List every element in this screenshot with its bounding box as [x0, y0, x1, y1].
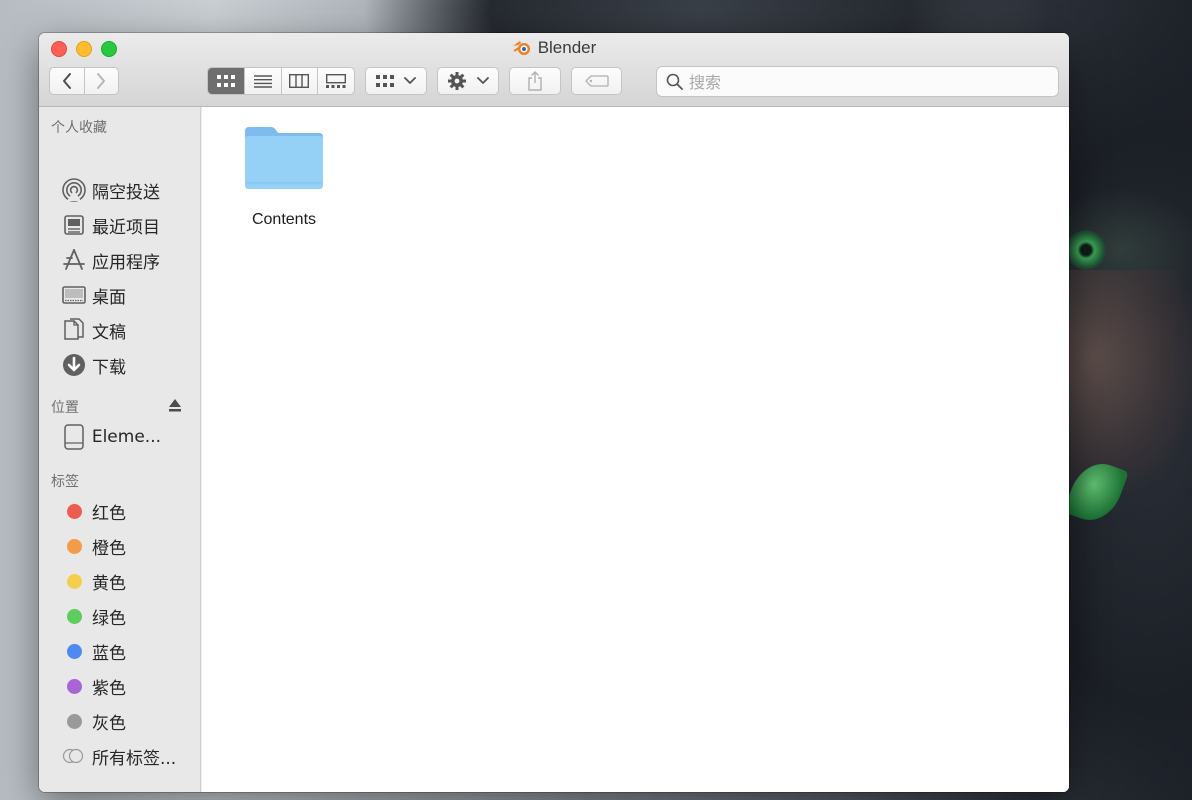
sidebar-item-label: 绿色	[92, 608, 126, 629]
sidebar-tag-blue[interactable]: 蓝色	[61, 636, 199, 666]
tag-dot-blue	[61, 638, 87, 664]
tag-color-dot	[66, 678, 82, 694]
sidebar-item-label: 下载	[92, 357, 126, 378]
sidebar-tag-purple[interactable]: 紫色	[61, 671, 199, 701]
chevron-down-icon	[404, 77, 416, 84]
column-view-button[interactable]	[280, 68, 318, 94]
tag-icon	[584, 75, 609, 87]
search-input[interactable]	[687, 67, 1051, 98]
sidebar: 个人收藏 隔空投送 最近项目 应用程序 桌面 文稿 下载 位置 Eleme...…	[39, 107, 201, 792]
sidebar-tag-orange[interactable]: 橙色	[61, 531, 199, 561]
sidebar-tag-red[interactable]: 红色	[61, 496, 199, 526]
toolbar: Blender	[39, 33, 1069, 107]
sidebar-tag-yellow[interactable]: 黄色	[61, 566, 199, 596]
file-browser-content: Contents	[202, 107, 1069, 792]
documents-icon	[61, 317, 87, 343]
sidebar-item-label: 隔空投送	[92, 182, 160, 203]
sidebar-item-label: 桌面	[92, 287, 126, 308]
gallery-view-button[interactable]	[317, 68, 354, 94]
tag-color-dot	[66, 503, 82, 519]
tag-dot-green	[61, 603, 87, 629]
action-menu-button[interactable]	[437, 67, 499, 95]
list-view-icon	[253, 74, 272, 88]
gallery-view-icon	[326, 74, 347, 88]
sidebar-item-desktop[interactable]: 桌面	[61, 280, 199, 310]
finder-window: Blender 搜索 个人收藏 隔空投送 最近项目 应用程序 桌面 文稿 下载 …	[39, 33, 1069, 792]
tag-color-dot	[66, 573, 82, 589]
sidebar-item-label: 文稿	[92, 322, 126, 343]
navigation-buttons	[49, 67, 119, 95]
folder-icon	[245, 127, 323, 189]
sidebar-item-label: 紫色	[92, 678, 126, 699]
search-field	[656, 66, 1059, 98]
window-title: Blender	[537, 38, 597, 57]
downloads-icon	[61, 352, 87, 378]
applications-icon	[61, 247, 87, 273]
all-tags-icon	[61, 743, 87, 769]
sidebar-item-label: Eleme...	[91, 427, 161, 447]
icon-view-icon	[216, 75, 235, 87]
disk-icon	[61, 424, 87, 450]
tags-header: 标签	[51, 474, 79, 490]
eject-icon[interactable]	[168, 397, 182, 416]
locations-header: 位置	[51, 400, 79, 416]
tag-dot-yellow	[61, 568, 87, 594]
blender-icon	[512, 39, 532, 61]
edit-tags-button[interactable]	[571, 67, 622, 95]
sidebar-item-downloads[interactable]: 下载	[61, 350, 199, 380]
share-icon	[528, 71, 542, 91]
sidebar-item-label: 所有标签...	[92, 748, 177, 769]
sidebar-item-label: 黄色	[92, 573, 126, 594]
sidebar-item-documents[interactable]: 文稿	[61, 315, 199, 345]
desktop-icon	[61, 282, 87, 308]
recents-icon	[61, 212, 87, 238]
favorites-header: 个人收藏	[51, 120, 107, 136]
view-mode-selector	[207, 67, 355, 95]
sidebar-item-recents[interactable]: 最近项目	[61, 210, 199, 240]
window-title-bar: Blender	[39, 38, 1069, 61]
column-view-icon	[289, 74, 310, 88]
tag-dot-orange	[61, 533, 87, 559]
tag-dot-red	[61, 498, 87, 524]
list-view-button[interactable]	[243, 68, 281, 94]
sidebar-item-label: 灰色	[92, 713, 126, 734]
chevron-left-icon	[62, 73, 71, 89]
sidebar-item-label: 红色	[92, 503, 126, 524]
tag-color-dot	[66, 538, 82, 554]
sidebar-item-label: 应用程序	[92, 252, 160, 273]
sidebar-item-disk[interactable]: Eleme...	[61, 422, 161, 452]
forward-button[interactable]	[83, 68, 119, 94]
sidebar-tag-gray[interactable]: 灰色	[61, 706, 199, 736]
sidebar-tag-green[interactable]: 绿色	[61, 601, 199, 631]
chevron-right-icon	[97, 73, 106, 89]
group-by-button[interactable]	[365, 67, 427, 95]
sidebar-item-airdrop[interactable]: 隔空投送	[61, 175, 199, 205]
sidebar-item-label: 最近项目	[92, 217, 160, 238]
tag-color-dot	[66, 608, 82, 624]
sidebar-item-applications[interactable]: 应用程序	[61, 245, 199, 275]
tag-dot-purple	[61, 673, 87, 699]
wallpaper-detail	[1068, 270, 1192, 490]
tag-color-dot	[66, 713, 82, 729]
folder-name: Contents	[251, 211, 317, 228]
group-grid-icon	[376, 75, 394, 87]
share-button[interactable]	[509, 67, 561, 95]
sidebar-item-label: 橙色	[92, 538, 126, 559]
sidebar-item-label: 蓝色	[92, 643, 126, 664]
wallpaper-detail	[1066, 230, 1106, 270]
tag-dot-gray	[61, 708, 87, 734]
chevron-down-icon	[477, 77, 489, 84]
folder-item[interactable]: Contents	[224, 125, 344, 229]
icon-view-button[interactable]	[208, 68, 244, 94]
tag-color-dot	[66, 643, 82, 659]
search-icon	[666, 73, 683, 90]
airdrop-icon	[61, 177, 87, 203]
gear-icon	[448, 72, 466, 90]
back-button[interactable]	[50, 68, 84, 94]
sidebar-item-all-tags[interactable]: 所有标签...	[61, 741, 199, 771]
